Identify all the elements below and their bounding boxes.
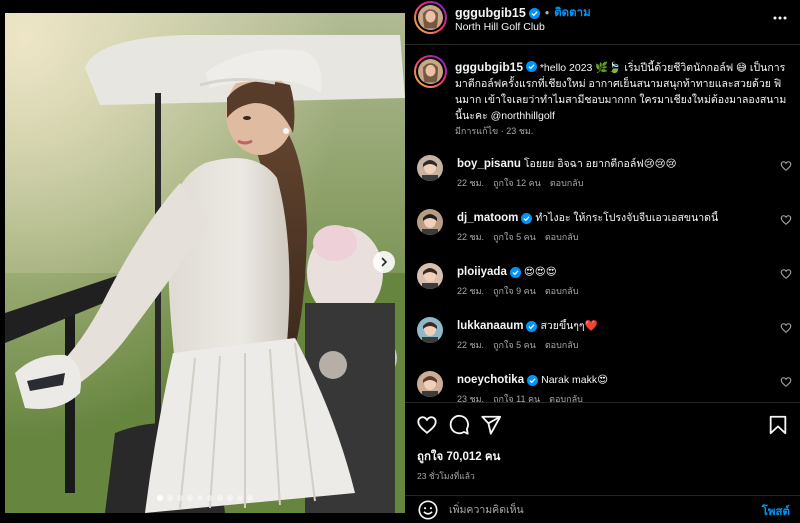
share-icon[interactable] [480,414,502,436]
commenter-username[interactable]: dj_matoom [457,211,518,225]
comment-likes[interactable]: ถูกใจ 11 คน [493,392,540,402]
comment-item: ploiiyada 😍😍😍 22 ชม. ถูกใจ 9 คน ตอบกลับ [405,263,800,315]
caption-username[interactable]: gggubgib15 [455,60,523,74]
caption-meta: มีการแก้ไข · 23 ชม. [455,126,534,136]
commenter-avatar[interactable] [417,209,443,235]
carousel-dot [157,495,163,501]
verified-badge-icon [527,374,539,386]
heart-icon[interactable] [416,414,438,436]
comment-item: boy_pisanu โอยยย อิจฉา อยากตีกอล์ฟ😢😢😢 22 ช… [405,155,800,207]
verified-badge-icon [509,266,521,278]
comment-body: สวยขึ้นๆๆ❤️ [540,320,598,332]
comments-list[interactable]: gggubgib15 *hello 2023 🌿🍃 เริ่มปีนี้ด้วย… [405,46,800,402]
comment-item: noeychotika Narak makk😍 23 ชม. ถูกใจ 11 คน ต… [405,371,800,402]
comment-time: 23 ชม. [457,394,485,402]
heart-icon[interactable] [780,376,792,388]
commenter-avatar[interactable] [417,155,443,181]
comment-likes[interactable]: ถูกใจ 5 คน [493,338,536,352]
commenter-avatar[interactable] [417,263,443,289]
golf-photo-image [5,13,405,513]
verified-badge-icon [528,7,540,19]
commenter-avatar[interactable] [417,317,443,343]
action-bar: ถูกใจ 70,012 คน 23 ชั่วโมงที่แล้ว โพสต์ [405,402,800,523]
carousel-dot [187,495,193,501]
author-avatar-image [418,5,443,30]
commenter-avatar[interactable] [417,371,443,397]
heart-icon[interactable] [780,322,792,334]
comment-time: 22 ชม. [457,286,485,296]
commenter-username[interactable]: noeychotika [457,373,524,387]
follow-button[interactable]: ติดตาม [554,4,590,22]
chevron-right-icon [381,257,388,267]
commenter-username[interactable]: boy_pisanu [457,157,521,171]
reply-button[interactable]: ตอบกลับ [545,338,579,352]
heart-icon[interactable] [780,214,792,226]
comment-time: 22 ชม. [457,340,485,350]
verified-badge-icon [526,320,538,332]
comment-item: dj_matoom ทำไงอะ ให้กระโปรงจับจีบเอวเอสขน… [405,209,800,261]
carousel-dot [217,495,223,501]
more-options-icon [773,16,787,20]
carousel-dot [177,495,183,501]
heart-icon[interactable] [780,268,792,280]
comment-body: Narak makk😍 [541,374,609,386]
post-detail-pane: gggubgib15 • ติดตาม North Hill Golf Club [405,0,800,523]
verified-badge-icon [521,212,533,224]
carousel-dot [207,495,213,501]
emoji-icon[interactable] [417,499,439,521]
comment-time: 22 ชม. [457,178,485,188]
caption-avatar[interactable] [414,55,447,88]
commenter-username[interactable]: lukkanaaum [457,319,523,333]
more-options-button[interactable] [770,8,790,28]
carousel-dot [237,495,243,501]
reply-button[interactable]: ตอบกลับ [545,284,579,298]
commenter-username[interactable]: ploiiyada [457,265,507,279]
comment-likes[interactable]: ถูกใจ 12 คน [493,176,541,190]
comment-likes[interactable]: ถูกใจ 9 คน [493,284,536,298]
post-comment-button[interactable]: โพสต์ [762,503,790,521]
post-photo[interactable] [5,13,405,513]
comment-body: โอยยย อิจฉา อยากตีกอล์ฟ😢😢😢 [523,158,677,170]
author-avatar[interactable] [414,1,447,34]
likes-count[interactable]: ถูกใจ 70,012 คน [417,448,500,466]
comment-likes[interactable]: ถูกใจ 5 คน [493,230,536,244]
comment-compose: โพสต์ [405,495,800,523]
reply-button[interactable]: ตอบกลับ [549,392,583,402]
bookmark-icon[interactable] [767,414,789,436]
comment-input[interactable] [449,500,739,520]
post-time[interactable]: 23 ชั่วโมงที่แล้ว [417,469,475,483]
comment-body: ทำไงอะ ให้กระโปรงจับจีบเอวเอสขนาดนี้ [535,212,719,224]
heart-icon[interactable] [780,160,792,172]
header-separator: • [544,6,550,20]
comment-body: 😍😍😍 [523,266,557,278]
caption-avatar-image [418,59,443,84]
carousel-dots [5,495,405,501]
post-header: gggubgib15 • ติดตาม North Hill Golf Club [405,0,800,45]
reply-button[interactable]: ตอบกลับ [550,176,584,190]
comment-time: 22 ชม. [457,232,485,242]
next-photo-button[interactable] [373,251,395,273]
comment-item: lukkanaaum สวยขึ้นๆๆ❤️ 22 ชม. ถูกใจ 5 คน ตอบ… [405,317,800,369]
carousel-dot [197,495,203,501]
post-location[interactable]: North Hill Golf Club [455,21,545,33]
carousel-dot [227,495,233,501]
carousel-dot [247,495,253,501]
verified-badge-icon [525,61,537,72]
comment-icon[interactable] [448,414,470,436]
carousel-dot [167,495,173,501]
author-username[interactable]: gggubgib15 [455,6,526,20]
reply-button[interactable]: ตอบกลับ [545,230,579,244]
